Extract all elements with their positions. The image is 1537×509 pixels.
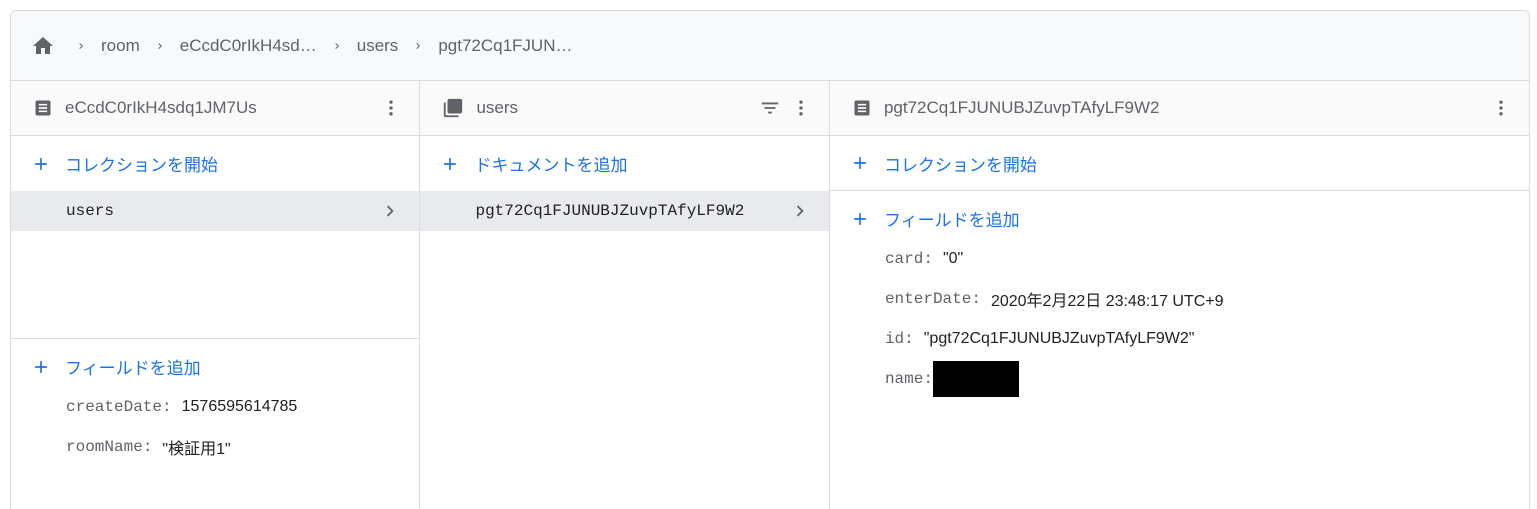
chevron-right-icon xyxy=(331,40,343,52)
more-vert-icon[interactable] xyxy=(787,94,815,122)
action-label: フィールドを追加 xyxy=(65,359,201,378)
list-item-label: users xyxy=(66,202,115,220)
field-key: id: xyxy=(884,330,914,348)
field-value: "0" xyxy=(942,250,964,267)
action-label: ドキュメントを追加 xyxy=(474,156,628,175)
field-row[interactable]: id: "pgt72Cq1FJUNUBJZuvpTAfyLF9W2" xyxy=(830,319,1529,359)
action-label: フィールドを追加 xyxy=(883,211,1020,230)
list-item-document[interactable]: pgt72Cq1FJUNUBJZuvpTAfyLF9W2 xyxy=(420,191,829,231)
field-key: name: xyxy=(884,370,933,388)
plus-icon xyxy=(31,357,51,377)
start-collection-button[interactable]: コレクションを開始 xyxy=(11,136,419,191)
plus-icon xyxy=(440,154,460,174)
action-label: コレクションを開始 xyxy=(883,155,1037,175)
field-row[interactable]: enterDate: 2020年2月22日 23:48:17 UTC+9 xyxy=(830,279,1529,319)
column-header: pgt72Cq1FJUNUBJZuvpTAfyLF9W2 xyxy=(829,81,1529,136)
column-header: eCcdC0rIkH4sdq1JM7Us xyxy=(11,81,420,136)
redacted-value xyxy=(932,361,1019,397)
column-title: users xyxy=(476,98,519,117)
field-row[interactable]: card: "0" xyxy=(830,239,1529,279)
field-row[interactable]: name: xyxy=(830,359,1529,399)
chevron-right-icon xyxy=(412,40,424,52)
breadcrumb-room-doc[interactable]: eCcdC0rIkH4sd… xyxy=(180,36,317,56)
plus-icon xyxy=(31,154,51,174)
filter-icon[interactable] xyxy=(759,97,781,119)
field-value: "検証用1" xyxy=(162,441,231,458)
breadcrumb-user-doc[interactable]: pgt72Cq1FJUN… xyxy=(438,36,572,56)
field-key: createDate: xyxy=(66,398,172,416)
field-value: 2020年2月22日 23:48:17 UTC+9 xyxy=(990,293,1224,310)
add-document-button[interactable]: ドキュメントを追加 xyxy=(420,136,828,191)
plus-icon xyxy=(850,209,870,229)
firestore-panel: room eCcdC0rIkH4sd… users pgt72Cq1FJUN… … xyxy=(10,10,1530,509)
breadcrumb-users[interactable]: users xyxy=(357,36,399,56)
field-key: enterDate: xyxy=(884,290,981,308)
document-icon xyxy=(852,98,872,118)
add-field-button[interactable]: フィールドを追加 xyxy=(830,191,1529,246)
chevron-right-icon xyxy=(75,40,87,52)
chevron-right-icon xyxy=(154,40,166,52)
chevron-right-icon xyxy=(789,200,811,222)
plus-icon xyxy=(850,153,870,173)
column-header: users xyxy=(420,81,829,136)
field-key: card: xyxy=(884,250,933,268)
field-value: "pgt72Cq1FJUNUBJZuvpTAfyLF9W2" xyxy=(923,330,1195,347)
breadcrumb: room eCcdC0rIkH4sd… users pgt72Cq1FJUN… xyxy=(11,11,1529,81)
document-column-user: pgt72Cq1FJUNUBJZuvpTAfyLF9W2 コレクションを開始 フ… xyxy=(829,81,1529,509)
field-row[interactable]: roomName: "検証用1" xyxy=(11,427,419,467)
column-title: eCcdC0rIkH4sdq1JM7Us xyxy=(65,98,257,117)
column-title: pgt72Cq1FJUNUBJZuvpTAfyLF9W2 xyxy=(883,98,1160,117)
field-row[interactable]: createDate: 1576595614785 xyxy=(11,387,419,427)
action-label: コレクションを開始 xyxy=(65,156,218,175)
add-field-button[interactable]: フィールドを追加 xyxy=(11,339,419,394)
field-key: roomName: xyxy=(66,438,153,456)
breadcrumb-room[interactable]: room xyxy=(101,36,140,56)
chevron-right-icon xyxy=(379,200,401,222)
more-vert-icon[interactable] xyxy=(1487,94,1515,122)
more-vert-icon[interactable] xyxy=(377,94,405,122)
list-item-label: pgt72Cq1FJUNUBJZuvpTAfyLF9W2 xyxy=(475,202,745,220)
list-item-users[interactable]: users xyxy=(11,191,420,231)
collection-icon xyxy=(442,97,464,119)
start-collection-button[interactable]: コレクションを開始 xyxy=(829,136,1529,191)
home-icon[interactable] xyxy=(31,34,55,58)
collection-column-users: users ドキュメントを追加 pgt72Cq1FJUNUBJZuvpTAfyL… xyxy=(420,81,830,509)
document-column-room: eCcdC0rIkH4sdq1JM7Us コレクションを開始 users フィー… xyxy=(11,81,421,509)
columns: eCcdC0rIkH4sdq1JM7Us コレクションを開始 users フィー… xyxy=(11,81,1529,509)
document-icon xyxy=(33,98,53,118)
field-value: 1576595614785 xyxy=(181,398,298,415)
